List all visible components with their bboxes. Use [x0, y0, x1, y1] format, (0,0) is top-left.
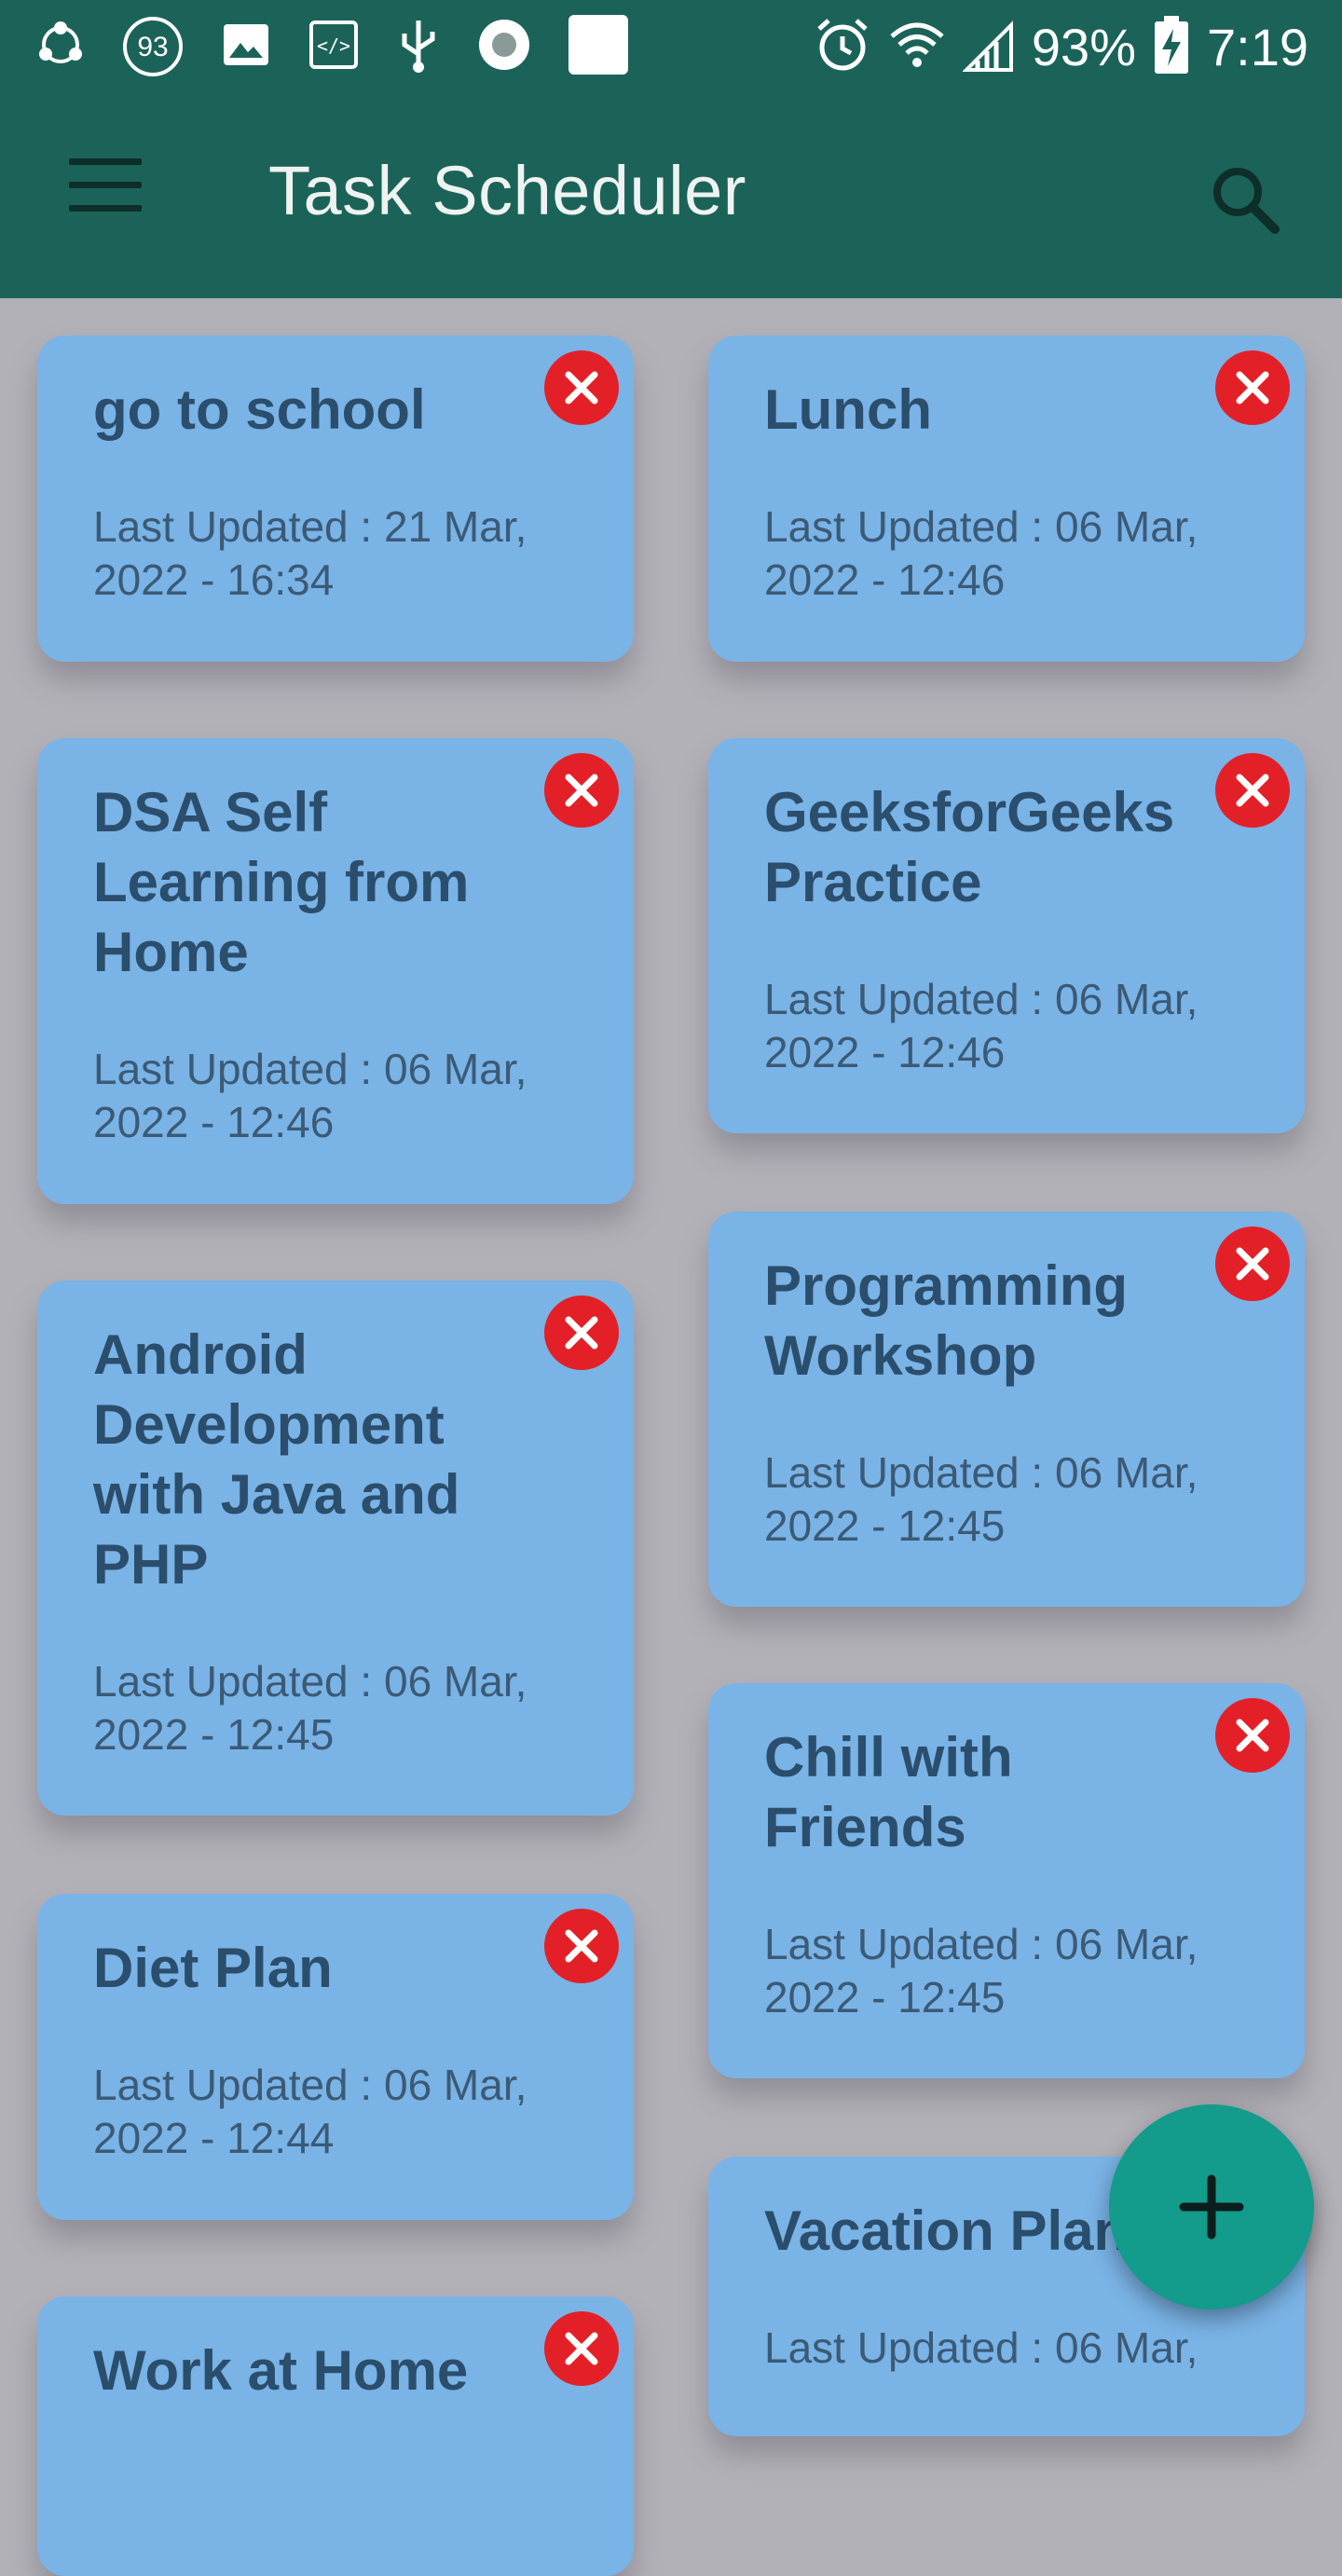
code-icon: </>: [308, 19, 360, 75]
clock: 7:19: [1207, 17, 1308, 76]
battery-percentage: 93%: [1031, 17, 1136, 76]
task-last-updated: Last Updated : 06 Mar, 2022 - 12:45: [764, 1920, 1198, 2021]
plus-icon: [1179, 2174, 1244, 2240]
task-last-updated: Last Updated : 06 Mar, 2022 - 12:46: [93, 1045, 527, 1146]
svg-text:</>: </>: [317, 34, 350, 57]
delete-task-button[interactable]: [544, 2311, 619, 2386]
task-title: Chill with Friends: [764, 1726, 1013, 1858]
task-last-updated: Last Updated : 06 Mar, 2022 - 12:46: [764, 502, 1198, 604]
delete-task-button[interactable]: [1215, 350, 1290, 425]
delete-task-button[interactable]: [1215, 1226, 1290, 1301]
delete-task-button[interactable]: [544, 1295, 619, 1370]
cellular-signal-icon: [962, 16, 1015, 78]
delete-task-button[interactable]: [544, 753, 619, 828]
task-last-updated: Last Updated : 06 Mar, 2022 - 12:44: [93, 2061, 527, 2162]
wifi-icon: [888, 16, 946, 78]
task-card[interactable]: go to school Last Updated : 21 Mar, 2022…: [37, 336, 634, 662]
task-card[interactable]: Work at Home: [37, 2296, 634, 2576]
image-icon: [220, 19, 272, 75]
battery-charging-icon: [1153, 14, 1190, 80]
status-bar-notifications: 93 </>: [35, 9, 630, 84]
blank-notification-icon: [567, 13, 630, 81]
task-title: DSA Self Learning from Home: [93, 781, 470, 983]
delete-task-button[interactable]: [544, 350, 619, 425]
delete-task-button[interactable]: [544, 1909, 619, 1983]
task-last-updated: Last Updated : 21 Mar, 2022 - 16:34: [93, 502, 527, 604]
task-card[interactable]: Programming Workshop Last Updated : 06 M…: [708, 1212, 1305, 1607]
hamburger-menu-icon[interactable]: [54, 158, 157, 233]
status-bar: 93 </> 93% 7:19: [0, 0, 1342, 93]
task-last-updated: Last Updated : 06 Mar, 2022 - 12:46: [764, 975, 1198, 1076]
record-icon: [477, 18, 531, 76]
task-card[interactable]: Diet Plan Last Updated : 06 Mar, 2022 - …: [37, 1894, 634, 2220]
notification-count-text: 93: [137, 32, 169, 62]
app-bar: Task Scheduler: [0, 93, 1342, 298]
delete-task-button[interactable]: [1215, 1698, 1290, 1773]
task-title: GeeksforGeeks Practice: [764, 781, 1175, 913]
share-icon: [35, 20, 86, 75]
task-last-updated: Last Updated : 06 Mar, 2022 - 12:45: [93, 1657, 527, 1759]
task-last-updated: Last Updated : 06 Mar, 2022 - 12:45: [764, 1448, 1198, 1550]
alarm-icon: [814, 16, 871, 78]
task-card[interactable]: Chill with Friends Last Updated : 06 Mar…: [708, 1683, 1305, 2078]
task-title: go to school: [93, 378, 426, 441]
task-title: Programming Workshop: [764, 1254, 1129, 1387]
task-card[interactable]: GeeksforGeeks Practice Last Updated : 06…: [708, 738, 1305, 1133]
usb-icon: [395, 17, 442, 77]
task-title: Work at Home: [93, 2339, 469, 2402]
add-task-button[interactable]: [1109, 2104, 1314, 2309]
task-card[interactable]: DSA Self Learning from Home Last Updated…: [37, 738, 634, 1204]
task-card[interactable]: Android Development with Java and PHP La…: [37, 1281, 634, 1816]
status-bar-system: 93% 7:19: [814, 9, 1308, 84]
delete-task-button[interactable]: [1215, 753, 1290, 828]
task-grid: go to school Last Updated : 21 Mar, 2022…: [0, 298, 1342, 2576]
task-card[interactable]: Lunch Last Updated : 06 Mar, 2022 - 12:4…: [708, 336, 1305, 662]
task-title: Android Development with Java and PHP: [93, 1323, 460, 1596]
task-title: Diet Plan: [93, 1937, 333, 1999]
search-icon[interactable]: [1193, 147, 1295, 250]
app-title: Task Scheduler: [268, 152, 746, 229]
task-last-updated: Last Updated : 06 Mar,: [764, 2323, 1198, 2372]
notification-count-badge: 93: [121, 15, 185, 78]
task-title: Lunch: [764, 378, 932, 441]
